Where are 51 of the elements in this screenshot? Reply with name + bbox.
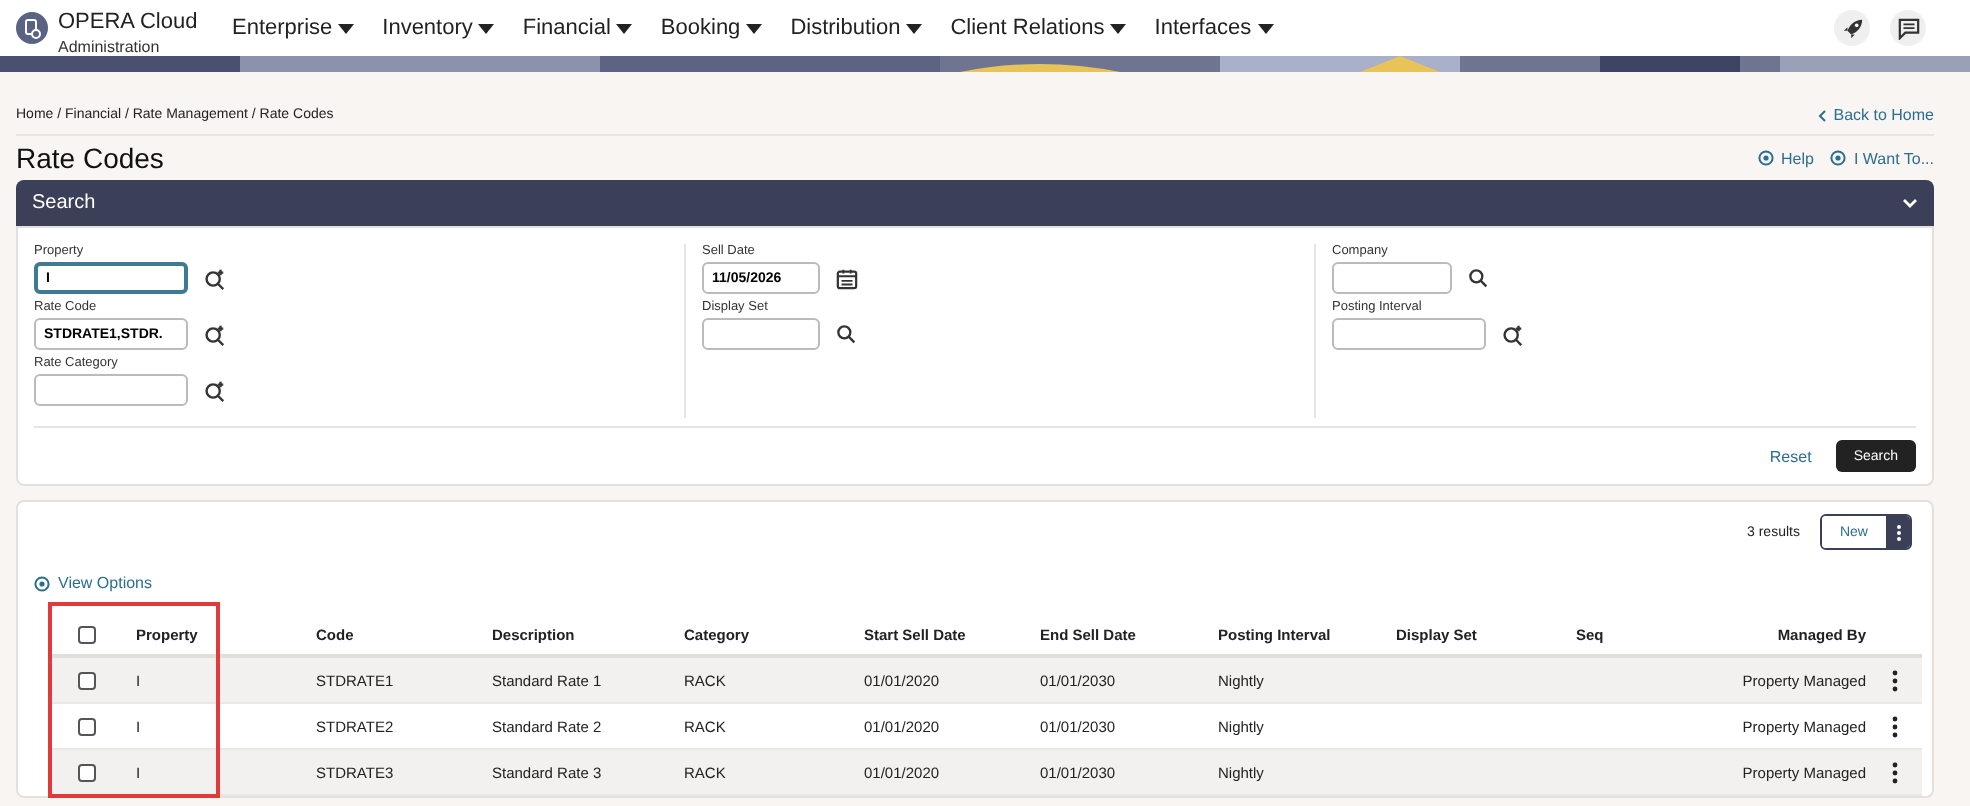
input-field[interactable] bbox=[1332, 318, 1486, 350]
input-field[interactable] bbox=[702, 318, 820, 350]
checkbox[interactable] bbox=[78, 671, 96, 689]
caret-icon bbox=[338, 23, 355, 33]
input-field[interactable] bbox=[34, 374, 188, 406]
nav-menu-item[interactable]: Distribution bbox=[790, 16, 923, 40]
help-link[interactable]: Help bbox=[1757, 149, 1814, 167]
more-icon[interactable] bbox=[1891, 715, 1897, 737]
chevron-icon[interactable] bbox=[1902, 198, 1918, 208]
search-icon[interactable] bbox=[1502, 323, 1524, 345]
search-icon[interactable] bbox=[836, 324, 856, 344]
search-icon[interactable] bbox=[204, 267, 226, 289]
more-button[interactable] bbox=[1886, 516, 1910, 548]
checkbox[interactable] bbox=[78, 625, 96, 643]
nav-menu-item[interactable]: Interfaces bbox=[1154, 16, 1274, 40]
calendar-icon[interactable] bbox=[836, 267, 858, 289]
reset-link[interactable]: Reset bbox=[1769, 447, 1812, 465]
nav-menu-item[interactable]: Booking bbox=[660, 16, 763, 40]
more-icon[interactable] bbox=[1891, 761, 1897, 783]
panel-title: Search bbox=[32, 192, 96, 214]
caret-icon bbox=[1257, 23, 1274, 33]
search-icon[interactable] bbox=[1468, 268, 1488, 288]
rocket-icon[interactable] bbox=[1834, 10, 1870, 46]
caret-icon bbox=[1110, 23, 1127, 33]
page-title: Rate Codes bbox=[16, 142, 164, 174]
view-options-link[interactable]: View Options bbox=[34, 574, 1912, 592]
search-icon[interactable] bbox=[204, 323, 226, 345]
input-field[interactable] bbox=[1332, 262, 1452, 294]
caret-icon bbox=[906, 23, 923, 33]
checkbox[interactable] bbox=[78, 717, 96, 735]
checkbox[interactable] bbox=[78, 763, 96, 781]
circle-icon bbox=[1829, 150, 1846, 166]
nav-menu-item[interactable]: Enterprise bbox=[232, 16, 355, 40]
chat-icon[interactable] bbox=[1890, 10, 1926, 46]
app-subtitle: Administration bbox=[58, 37, 162, 55]
caret-icon bbox=[746, 23, 763, 33]
caret-icon bbox=[478, 23, 495, 33]
more-icon bbox=[1895, 523, 1901, 541]
actions-link[interactable]: I Want To... bbox=[1829, 149, 1934, 167]
nav-menu-item[interactable]: Financial bbox=[522, 16, 633, 40]
circle-icon bbox=[1757, 150, 1774, 166]
back-link[interactable]: Back to Home bbox=[1817, 106, 1934, 124]
search-panel-header[interactable]: Search bbox=[16, 180, 1934, 226]
nav-menu-item[interactable]: Client Relations bbox=[950, 16, 1127, 40]
nav-menu-item[interactable]: Inventory bbox=[382, 16, 495, 40]
chevron-left-icon bbox=[1817, 109, 1826, 121]
search-icon[interactable] bbox=[204, 379, 226, 401]
logo-icon bbox=[16, 12, 48, 44]
caret-icon bbox=[616, 23, 633, 33]
more-icon[interactable] bbox=[1891, 669, 1897, 691]
app-name: OPERA Cloud bbox=[58, 9, 198, 33]
